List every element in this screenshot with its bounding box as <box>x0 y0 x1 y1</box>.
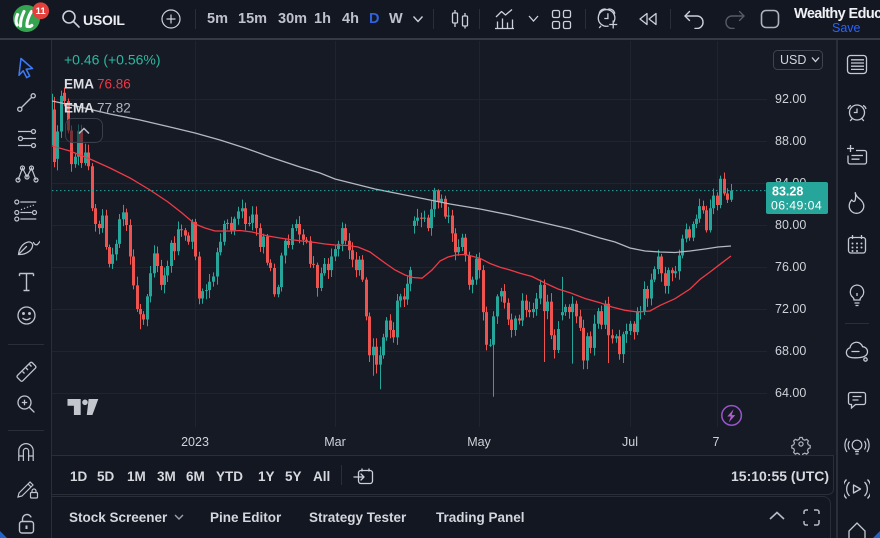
svg-text:+0.46 (+0.56%): +0.46 (+0.56%) <box>64 52 161 68</box>
svg-text:11: 11 <box>36 6 47 17</box>
svg-text:76.00: 76.00 <box>775 260 806 274</box>
svg-text:76.86: 76.86 <box>97 77 131 92</box>
svg-text:Mar: Mar <box>324 435 346 449</box>
svg-text:68.00: 68.00 <box>775 344 806 358</box>
svg-text:83.28: 83.28 <box>772 185 803 199</box>
svg-text:06:49:04: 06:49:04 <box>771 199 822 213</box>
svg-text:EMA: EMA <box>64 101 94 116</box>
svg-text:80.00: 80.00 <box>775 218 806 232</box>
svg-text:Jul: Jul <box>622 435 638 449</box>
svg-text:May: May <box>467 435 491 449</box>
svg-text:88.00: 88.00 <box>775 134 806 148</box>
svg-text:77.82: 77.82 <box>97 101 131 116</box>
svg-text:EMA: EMA <box>64 77 94 92</box>
svg-text:72.00: 72.00 <box>775 302 806 316</box>
svg-text:7: 7 <box>713 435 720 449</box>
svg-text:USD: USD <box>780 53 806 67</box>
svg-text:92.00: 92.00 <box>775 92 806 106</box>
svg-text:2023: 2023 <box>181 435 209 449</box>
svg-text:64.00: 64.00 <box>775 386 806 400</box>
